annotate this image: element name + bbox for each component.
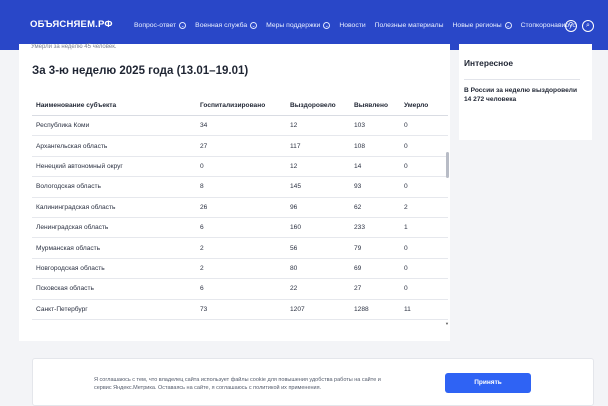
- cell-region: Республика Коми: [36, 122, 90, 130]
- cell-died: 0: [404, 244, 408, 252]
- cell-detected: 79: [354, 244, 362, 252]
- cell-hospitalized: 8: [200, 183, 204, 191]
- cell-died: 11: [404, 305, 411, 313]
- regions-table: Наименование субъекта Госпитализировано …: [32, 96, 448, 320]
- cell-hospitalized: 27: [200, 142, 208, 150]
- cell-region: Псковская область: [36, 285, 94, 293]
- cell-region: Ненецкий автономный округ: [36, 162, 123, 170]
- nav-item-military[interactable]: Военная служба ⌄: [195, 22, 258, 29]
- table-row: Новгородская область 2 80 69 0: [32, 259, 448, 280]
- cell-region: Мурманская область: [36, 244, 101, 252]
- cell-detected: 233: [354, 224, 366, 232]
- site-header: ОБЪЯСНЯЕМ.РФ Вопрос-ответ ⌄ Военная служб…: [0, 0, 608, 50]
- cell-recovered: 80: [290, 264, 298, 272]
- cookie-text: Я соглашаюсь с тем, что владелец сайта и…: [94, 377, 381, 391]
- main-nav: Вопрос-ответ ⌄ Военная служба ⌄ Меры подде…: [134, 22, 585, 29]
- cell-detected: 69: [354, 264, 362, 272]
- cell-died: 0: [404, 285, 408, 293]
- cell-hospitalized: 2: [200, 244, 204, 252]
- chevron-down-icon: ⌄: [179, 22, 187, 29]
- site-logo[interactable]: ОБЪЯСНЯЕМ.РФ: [30, 19, 113, 30]
- table-row: Мурманская область 2 56 79 0: [32, 238, 448, 259]
- cell-detected: 93: [354, 183, 362, 191]
- cell-died: 0: [404, 183, 408, 191]
- cell-recovered: 1207: [290, 305, 305, 313]
- cell-region: Новгородская область: [36, 264, 105, 272]
- table-header: Наименование субъекта Госпитализировано …: [32, 96, 448, 116]
- nav-item-new-regions[interactable]: Новые регионы ⌄: [453, 22, 512, 29]
- cell-died: 0: [404, 264, 408, 272]
- column-header-detected: Выявлено: [354, 102, 388, 109]
- cell-detected: 103: [354, 122, 366, 130]
- column-header-recovered: Выздоровело: [290, 102, 336, 109]
- table-row: Архангельская область 27 117 108 0: [32, 136, 448, 157]
- help-icon[interactable]: ?: [565, 20, 577, 32]
- main-content: Умерли за неделю 45 человек. За 3-ю неде…: [19, 44, 450, 341]
- nav-item-qa[interactable]: Вопрос-ответ ⌄: [134, 22, 187, 29]
- cell-detected: 1288: [354, 305, 369, 313]
- table-row: Республика Коми 34 12 103 0: [32, 116, 448, 137]
- sidebar-news-link[interactable]: В России за неделю выздоровели 14 272 че…: [464, 86, 586, 104]
- cell-recovered: 117: [290, 142, 301, 150]
- cell-recovered: 12: [290, 122, 298, 130]
- table-body: Республика Коми 34 12 103 0 Архангельская обл…: [32, 116, 448, 320]
- chevron-down-icon: ⌄: [504, 22, 512, 29]
- cell-hospitalized: 2: [200, 264, 204, 272]
- table-row: Ненецкий автономный округ 0 12 14 0: [32, 157, 448, 178]
- cell-region: Вологодская область: [36, 183, 101, 191]
- cell-hospitalized: 34: [200, 122, 208, 130]
- column-header-region: Наименование субъекта: [36, 102, 117, 109]
- chevron-down-icon: ⌄: [323, 22, 331, 29]
- cell-recovered: 22: [290, 285, 298, 293]
- chevron-down-icon: ⌄: [250, 22, 258, 29]
- cell-detected: 14: [354, 162, 362, 170]
- cell-hospitalized: 0: [200, 162, 204, 170]
- sidebar-title: Интересное: [464, 58, 513, 68]
- nav-item-materials[interactable]: Полезные материалы: [375, 22, 444, 29]
- cell-region: Архангельская область: [36, 142, 108, 150]
- cell-recovered: 56: [290, 244, 298, 252]
- search-icon[interactable]: ⌕: [582, 20, 594, 32]
- cell-recovered: 12: [290, 162, 298, 170]
- cell-died: 0: [404, 122, 408, 130]
- cell-recovered: 160: [290, 224, 302, 232]
- nav-item-news[interactable]: Новости: [339, 22, 365, 29]
- cell-region: Санкт-Петербург: [36, 305, 88, 313]
- table-row: Вологодская область 8 145 93 0: [32, 177, 448, 198]
- nav-item-support[interactable]: Меры поддержки ⌄: [266, 22, 331, 29]
- cell-hospitalized: 6: [200, 285, 204, 293]
- accept-cookies-button[interactable]: Принять: [445, 373, 531, 393]
- cell-hospitalized: 26: [200, 203, 208, 211]
- cell-died: 2: [404, 203, 408, 211]
- cell-detected: 27: [354, 285, 362, 293]
- scroll-down-arrow-icon[interactable]: ▼: [445, 321, 449, 326]
- cell-detected: 108: [354, 142, 366, 150]
- cell-hospitalized: 73: [200, 305, 208, 313]
- cell-region: Ленинградская область: [36, 224, 109, 232]
- table-row: Ленинградская область 6 160 233 1: [32, 218, 448, 239]
- table-scrollbar-thumb[interactable]: [446, 152, 449, 178]
- cookie-banner: Я соглашаюсь с тем, что владелец сайта и…: [32, 358, 594, 406]
- cell-died: 0: [404, 162, 408, 170]
- table-row: Псковская область 6 22 27 0: [32, 279, 448, 300]
- column-header-died: Умерло: [404, 102, 429, 109]
- cell-died: 0: [404, 142, 408, 150]
- cell-region: Калининградская область: [36, 203, 116, 211]
- table-scrollbar[interactable]: [446, 95, 449, 327]
- cell-recovered: 145: [290, 183, 302, 191]
- cell-died: 1: [404, 224, 408, 232]
- week-title: За 3-ю неделю 2025 года (13.01–19.01): [32, 65, 249, 77]
- interesting-sidebar: Интересное В России за неделю выздоровел…: [459, 44, 592, 140]
- table-row: Калининградская область 26 96 62 2: [32, 198, 448, 218]
- column-header-hospitalized: Госпитализировано: [200, 102, 266, 109]
- table-row: Санкт-Петербург 73 1207 1288 11: [32, 300, 448, 320]
- sidebar-divider: [464, 79, 580, 80]
- previous-week-stat: Умерли за неделю 45 человек.: [31, 44, 117, 50]
- cell-hospitalized: 6: [200, 224, 204, 232]
- cell-recovered: 96: [290, 203, 298, 211]
- cell-detected: 62: [354, 203, 362, 211]
